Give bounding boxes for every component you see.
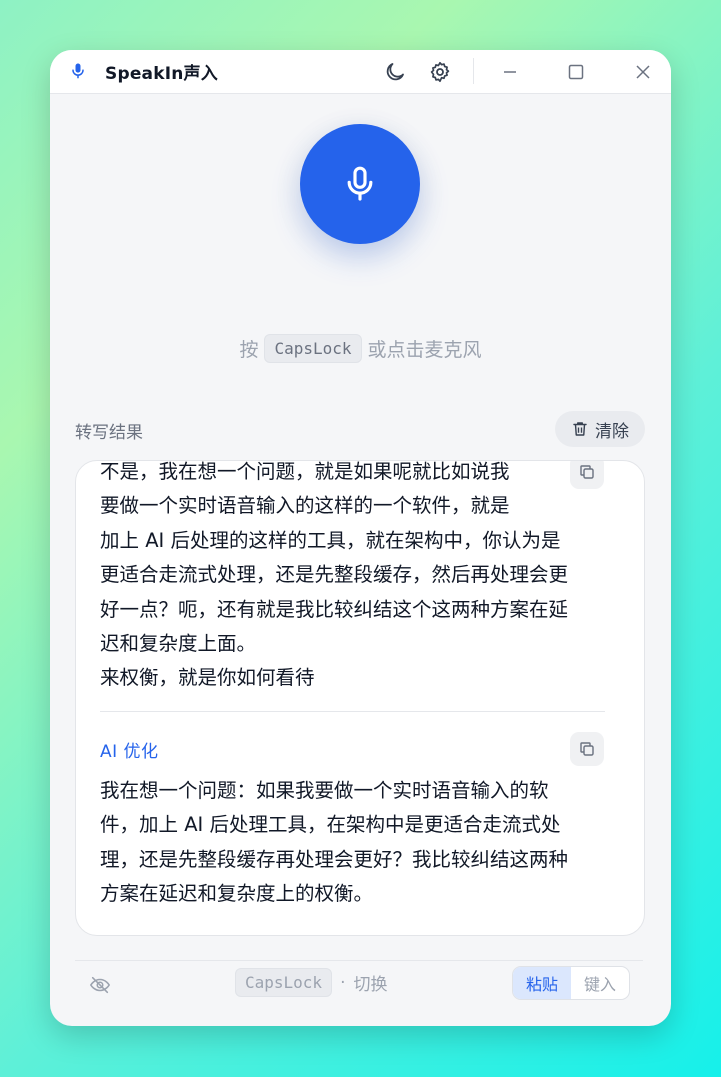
moon-icon (386, 63, 404, 81)
footer-separator: · (340, 972, 346, 993)
settings-button[interactable] (426, 58, 454, 86)
mode-type-option[interactable]: 键入 (571, 967, 629, 999)
eye-off-icon[interactable] (89, 974, 111, 996)
raw-transcript: 不是，我在想一个问题，就是如果呢就比如说我 要做一个实时语音输入的这样的一个软件… (100, 460, 569, 690)
maximize-button[interactable] (562, 58, 590, 86)
title-bar: SpeakIn声入 (50, 50, 671, 94)
copy-raw-button[interactable] (570, 461, 604, 489)
card-divider (100, 711, 605, 712)
app-title: SpeakIn声入 (105, 64, 218, 84)
mic-icon (72, 63, 84, 79)
close-button[interactable] (629, 58, 657, 86)
hint-suffix: 或点击麦克风 (367, 339, 482, 361)
clear-button[interactable]: 清除 (555, 411, 645, 447)
mic-icon (347, 166, 373, 201)
footer-hotkey-badge: CapsLock (235, 968, 333, 997)
minimize-icon (504, 71, 516, 73)
output-mode-toggle: 粘贴 键入 (512, 966, 630, 1000)
hotkey-badge: CapsLock (264, 334, 362, 363)
theme-toggle-button[interactable] (381, 58, 409, 86)
close-icon (636, 65, 650, 79)
app-window: SpeakIn声入 按 CapsLock 或点击麦克风 转写结果 清除 不是，我… (50, 50, 671, 1026)
record-button[interactable] (300, 124, 420, 244)
copy-ai-button[interactable] (570, 732, 604, 766)
ai-optimized-label: AI 优化 (100, 742, 159, 762)
gear-icon (430, 61, 450, 83)
section-title: 转写结果 (75, 423, 143, 443)
mode-paste-option[interactable]: 粘贴 (513, 967, 571, 999)
footer-divider (75, 960, 643, 961)
copy-icon (580, 465, 594, 479)
hint-prefix: 按 (239, 339, 259, 361)
copy-icon (580, 742, 594, 756)
trash-icon (573, 422, 587, 436)
maximize-icon (568, 64, 584, 80)
footer-hotkey-hint: CapsLock · 切换 (235, 968, 387, 997)
titlebar-divider (473, 58, 474, 84)
clear-label: 清除 (595, 421, 629, 442)
transcript-card: 不是，我在想一个问题，就是如果呢就比如说我 要做一个实时语音输入的这样的一个软件… (75, 460, 645, 936)
footer-toggle-label: 切换 (353, 975, 388, 995)
minimize-button[interactable] (496, 58, 524, 86)
ai-optimized-text: 我在想一个问题：如果我要做一个实时语音输入的软 件，加上 AI 后处理工具，在架… (100, 779, 569, 906)
record-hint: 按 CapsLock 或点击麦克风 (50, 334, 671, 363)
